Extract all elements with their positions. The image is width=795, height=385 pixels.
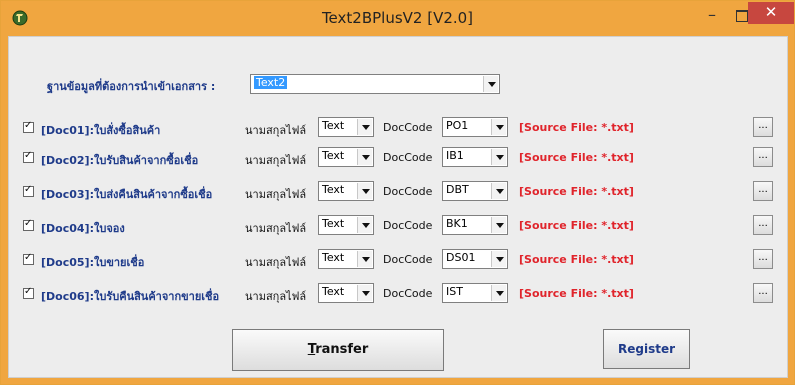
browse-button[interactable]: ... <box>753 215 773 235</box>
doccode-select[interactable]: IB1 <box>442 147 508 167</box>
file-extension-select[interactable]: Text <box>318 215 374 235</box>
browse-button[interactable]: ... <box>753 181 773 201</box>
chevron-down-icon[interactable] <box>491 149 506 165</box>
file-extension-select[interactable]: Text <box>318 117 374 137</box>
doccode-value: PO1 <box>446 119 469 132</box>
document-checkbox[interactable] <box>23 218 34 231</box>
document-row-2: [Doc02]:ใบรับสินค้าจากซื้อเชื่อ นามสกุลไ… <box>9 147 787 171</box>
database-select-value: Text2 <box>254 76 288 89</box>
chevron-down-icon[interactable] <box>491 183 506 199</box>
doccode-label: DocCode <box>383 219 433 232</box>
file-extension-label: นามสกุลไฟล์ <box>245 256 307 269</box>
chevron-down-icon[interactable] <box>483 76 498 92</box>
chevron-down-icon[interactable] <box>491 251 506 267</box>
file-extension-select[interactable]: Text <box>318 147 374 167</box>
source-file-label: [Source File: *.txt] <box>519 151 634 164</box>
doccode-label: DocCode <box>383 185 433 198</box>
document-row-1: [Doc01]:ใบสั่งซื้อสินค้า นามสกุลไฟล์ Tex… <box>9 117 787 141</box>
title-bar[interactable]: Text2BPlusV2 [V2.0] – ✕ <box>1 1 794 35</box>
chevron-down-icon[interactable] <box>491 217 506 233</box>
document-row-4: [Doc04]:ใบจอง นามสกุลไฟล์ Text DocCode B… <box>9 215 787 239</box>
document-label: [Doc04]:ใบจอง <box>41 222 125 235</box>
chevron-down-icon[interactable] <box>357 183 372 199</box>
document-label: [Doc05]:ใบขายเชื่อ <box>41 256 145 269</box>
source-file-label: [Source File: *.txt] <box>519 253 634 266</box>
chevron-down-icon[interactable] <box>357 251 372 267</box>
file-extension-value: Text <box>322 285 345 298</box>
browse-button[interactable]: ... <box>753 147 773 167</box>
transfer-button[interactable]: Transfer <box>232 329 444 371</box>
document-checkbox[interactable] <box>23 150 34 163</box>
doccode-value: DS01 <box>446 251 476 264</box>
document-row-3: [Doc03]:ใบส่งคืนสินค้าจากซื้อเชื่อ นามสก… <box>9 181 787 205</box>
document-row-6: [Doc06]:ใบรับคืนสินค้าจากขายเชื่อ นามสกุ… <box>9 283 787 307</box>
database-label-text: านข้อมูลที่ต้องการนำเข้าเอกสาร : <box>53 80 216 93</box>
minimize-button[interactable]: – <box>698 5 726 27</box>
doccode-label: DocCode <box>383 287 433 300</box>
source-file-label: [Source File: *.txt] <box>519 185 634 198</box>
file-extension-label: นามสกุลไฟล์ <box>245 290 307 303</box>
file-extension-select[interactable]: Text <box>318 249 374 269</box>
register-button[interactable]: Register <box>603 329 690 369</box>
browse-button[interactable]: ... <box>753 283 773 303</box>
file-extension-value: Text <box>322 119 345 132</box>
source-file-label: [Source File: *.txt] <box>519 219 634 232</box>
close-button[interactable]: ✕ <box>748 2 794 24</box>
file-extension-value: Text <box>322 149 345 162</box>
file-extension-label: นามสกุลไฟล์ <box>245 188 307 201</box>
browse-button[interactable]: ... <box>753 117 773 137</box>
chevron-down-icon[interactable] <box>357 119 372 135</box>
doccode-value: DBT <box>446 183 469 196</box>
document-checkbox[interactable] <box>23 252 34 265</box>
document-row-5: [Doc05]:ใบขายเชื่อ นามสกุลไฟล์ Text DocC… <box>9 249 787 273</box>
chevron-down-icon[interactable] <box>357 285 372 301</box>
file-extension-select[interactable]: Text <box>318 283 374 303</box>
doccode-select[interactable]: PO1 <box>442 117 508 137</box>
file-extension-select[interactable]: Text <box>318 181 374 201</box>
database-select[interactable]: Text2 <box>250 74 500 94</box>
doccode-select[interactable]: DS01 <box>442 249 508 269</box>
file-extension-value: Text <box>322 251 345 264</box>
document-checkbox[interactable] <box>23 286 34 299</box>
document-label: [Doc06]:ใบรับคืนสินค้าจากขายเชื่อ <box>41 290 220 303</box>
document-checkbox[interactable] <box>23 184 34 197</box>
chevron-down-icon[interactable] <box>357 217 372 233</box>
doccode-select[interactable]: IST <box>442 283 508 303</box>
doccode-label: DocCode <box>383 151 433 164</box>
database-label: ฐานข้อมูลที่ต้องการนำเข้าเอกสาร : <box>47 77 215 95</box>
doccode-value: BK1 <box>446 217 468 230</box>
source-file-label: [Source File: *.txt] <box>519 287 634 300</box>
file-extension-label: นามสกุลไฟล์ <box>245 124 307 137</box>
doccode-select[interactable]: BK1 <box>442 215 508 235</box>
document-label: [Doc02]:ใบรับสินค้าจากซื้อเชื่อ <box>41 154 199 167</box>
document-checkbox[interactable] <box>23 120 34 133</box>
chevron-down-icon[interactable] <box>491 119 506 135</box>
doccode-label: DocCode <box>383 121 433 134</box>
window-title: Text2BPlusV2 [V2.0] <box>321 9 474 27</box>
main-panel: ฐานข้อมูลที่ต้องการนำเข้าเอกสาร : Text2 … <box>8 36 788 378</box>
doccode-value: IB1 <box>446 149 464 162</box>
file-extension-label: นามสกุลไฟล์ <box>245 154 307 167</box>
doccode-label: DocCode <box>383 253 433 266</box>
file-extension-label: นามสกุลไฟล์ <box>245 222 307 235</box>
file-extension-value: Text <box>322 183 345 196</box>
doccode-select[interactable]: DBT <box>442 181 508 201</box>
source-file-label: [Source File: *.txt] <box>519 121 634 134</box>
maximize-icon <box>736 10 748 22</box>
doccode-value: IST <box>446 285 463 298</box>
browse-button[interactable]: ... <box>753 249 773 269</box>
chevron-down-icon[interactable] <box>357 149 372 165</box>
document-label: [Doc03]:ใบส่งคืนสินค้าจากซื้อเชื่อ <box>41 188 213 201</box>
chevron-down-icon[interactable] <box>491 285 506 301</box>
file-extension-value: Text <box>322 217 345 230</box>
document-label: [Doc01]:ใบสั่งซื้อสินค้า <box>41 124 161 137</box>
